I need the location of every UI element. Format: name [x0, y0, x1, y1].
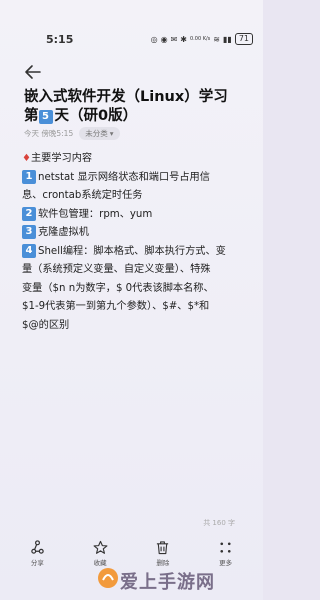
- share-button[interactable]: 分享: [17, 540, 57, 567]
- number-badge: 4: [22, 243, 36, 258]
- day-number-badge: 5: [38, 110, 53, 124]
- battery-indicator: 71: [234, 33, 253, 45]
- arrow-left-icon: [25, 65, 41, 79]
- diamond-icon: ♦: [22, 153, 31, 164]
- content-heading: ♦主要学习内容: [22, 153, 93, 164]
- favorite-button[interactable]: 收藏: [80, 540, 120, 567]
- eye-icon: ◉: [160, 34, 168, 44]
- more-dots-icon: [220, 542, 231, 553]
- number-badge: 2: [22, 206, 36, 221]
- list-item-continuation: 量（系统预定义变量、自定义变量）、特殊: [22, 264, 211, 275]
- star-icon: [93, 540, 108, 554]
- back-button[interactable]: [24, 64, 42, 80]
- note-date: 今天 傍晚5:15: [24, 129, 74, 138]
- list-item: 2 软件包管理：rpm、yum: [22, 206, 244, 225]
- title-suffix: 天（研0版）: [54, 108, 138, 124]
- delete-button[interactable]: 删除: [143, 540, 183, 567]
- share-icon: [31, 540, 44, 554]
- status-bar: 5:15 ◎ ◉ ✉ ✱ 0.00 K/s ≋ ▮▮ 71: [10, 30, 253, 48]
- signal-icon: ▮▮: [223, 34, 232, 44]
- list-item: 1 netstat 显示网络状态和端口号占用信: [22, 169, 244, 188]
- delete-label: 删除: [156, 559, 170, 567]
- number-badge: 3: [22, 225, 36, 239]
- list-item-continuation: 变量（$n n为数字，$ 0代表该脚本名称、: [22, 282, 214, 294]
- list-item-continuation: $@的区别: [22, 319, 70, 331]
- note-body[interactable]: ♦主要学习内容 1 netstat 显示网络状态和端口号占用信 息、crontab…: [22, 150, 244, 335]
- status-icons: ◎ ◉ ✉ ✱ 0.00 K/s ≋ ▮▮ 71: [151, 33, 253, 45]
- list-item: 4 Shell编程：脚本格式、脚本执行方式、变: [22, 243, 244, 262]
- more-label: 更多: [219, 559, 233, 567]
- triangle-down-icon: ▾: [109, 129, 114, 138]
- trash-icon: [157, 541, 169, 555]
- mail-icon: ✉: [170, 34, 178, 44]
- network-speed: 0.00 K/s: [190, 36, 211, 42]
- wifi-icon: ≋: [213, 34, 220, 44]
- list-item: 3 克隆虚拟机: [22, 224, 244, 243]
- number-badge: 1: [22, 169, 36, 184]
- bell-icon: ✱: [180, 34, 187, 44]
- watermark-text: 爱上手游网: [120, 572, 215, 593]
- note-title: 嵌入式软件开发（Linux）学习第 5 天（研0版）: [24, 88, 238, 126]
- list-item-continuation: 息、crontab系统定时任务: [22, 190, 143, 201]
- list-item-continuation: $1-9代表第一到第九个参数）、$#、$*和: [22, 301, 210, 312]
- watermark-logo-icon: [98, 568, 118, 588]
- category-selector[interactable]: 未分类 ▾: [79, 127, 120, 140]
- more-button[interactable]: 更多: [206, 540, 246, 567]
- notification-icon: ◎: [150, 34, 158, 44]
- status-time: 5:15: [46, 32, 74, 46]
- phone-screen: 5:15 ◎ ◉ ✉ ✱ 0.00 K/s ≋ ▮▮ 71 嵌入式软件开发（Li…: [0, 0, 263, 600]
- note-meta: 今天 傍晚5:15 未分类 ▾: [24, 127, 120, 140]
- word-count: 共 160 字: [203, 519, 235, 527]
- share-label: 分享: [30, 559, 44, 567]
- category-label: 未分类: [85, 129, 108, 138]
